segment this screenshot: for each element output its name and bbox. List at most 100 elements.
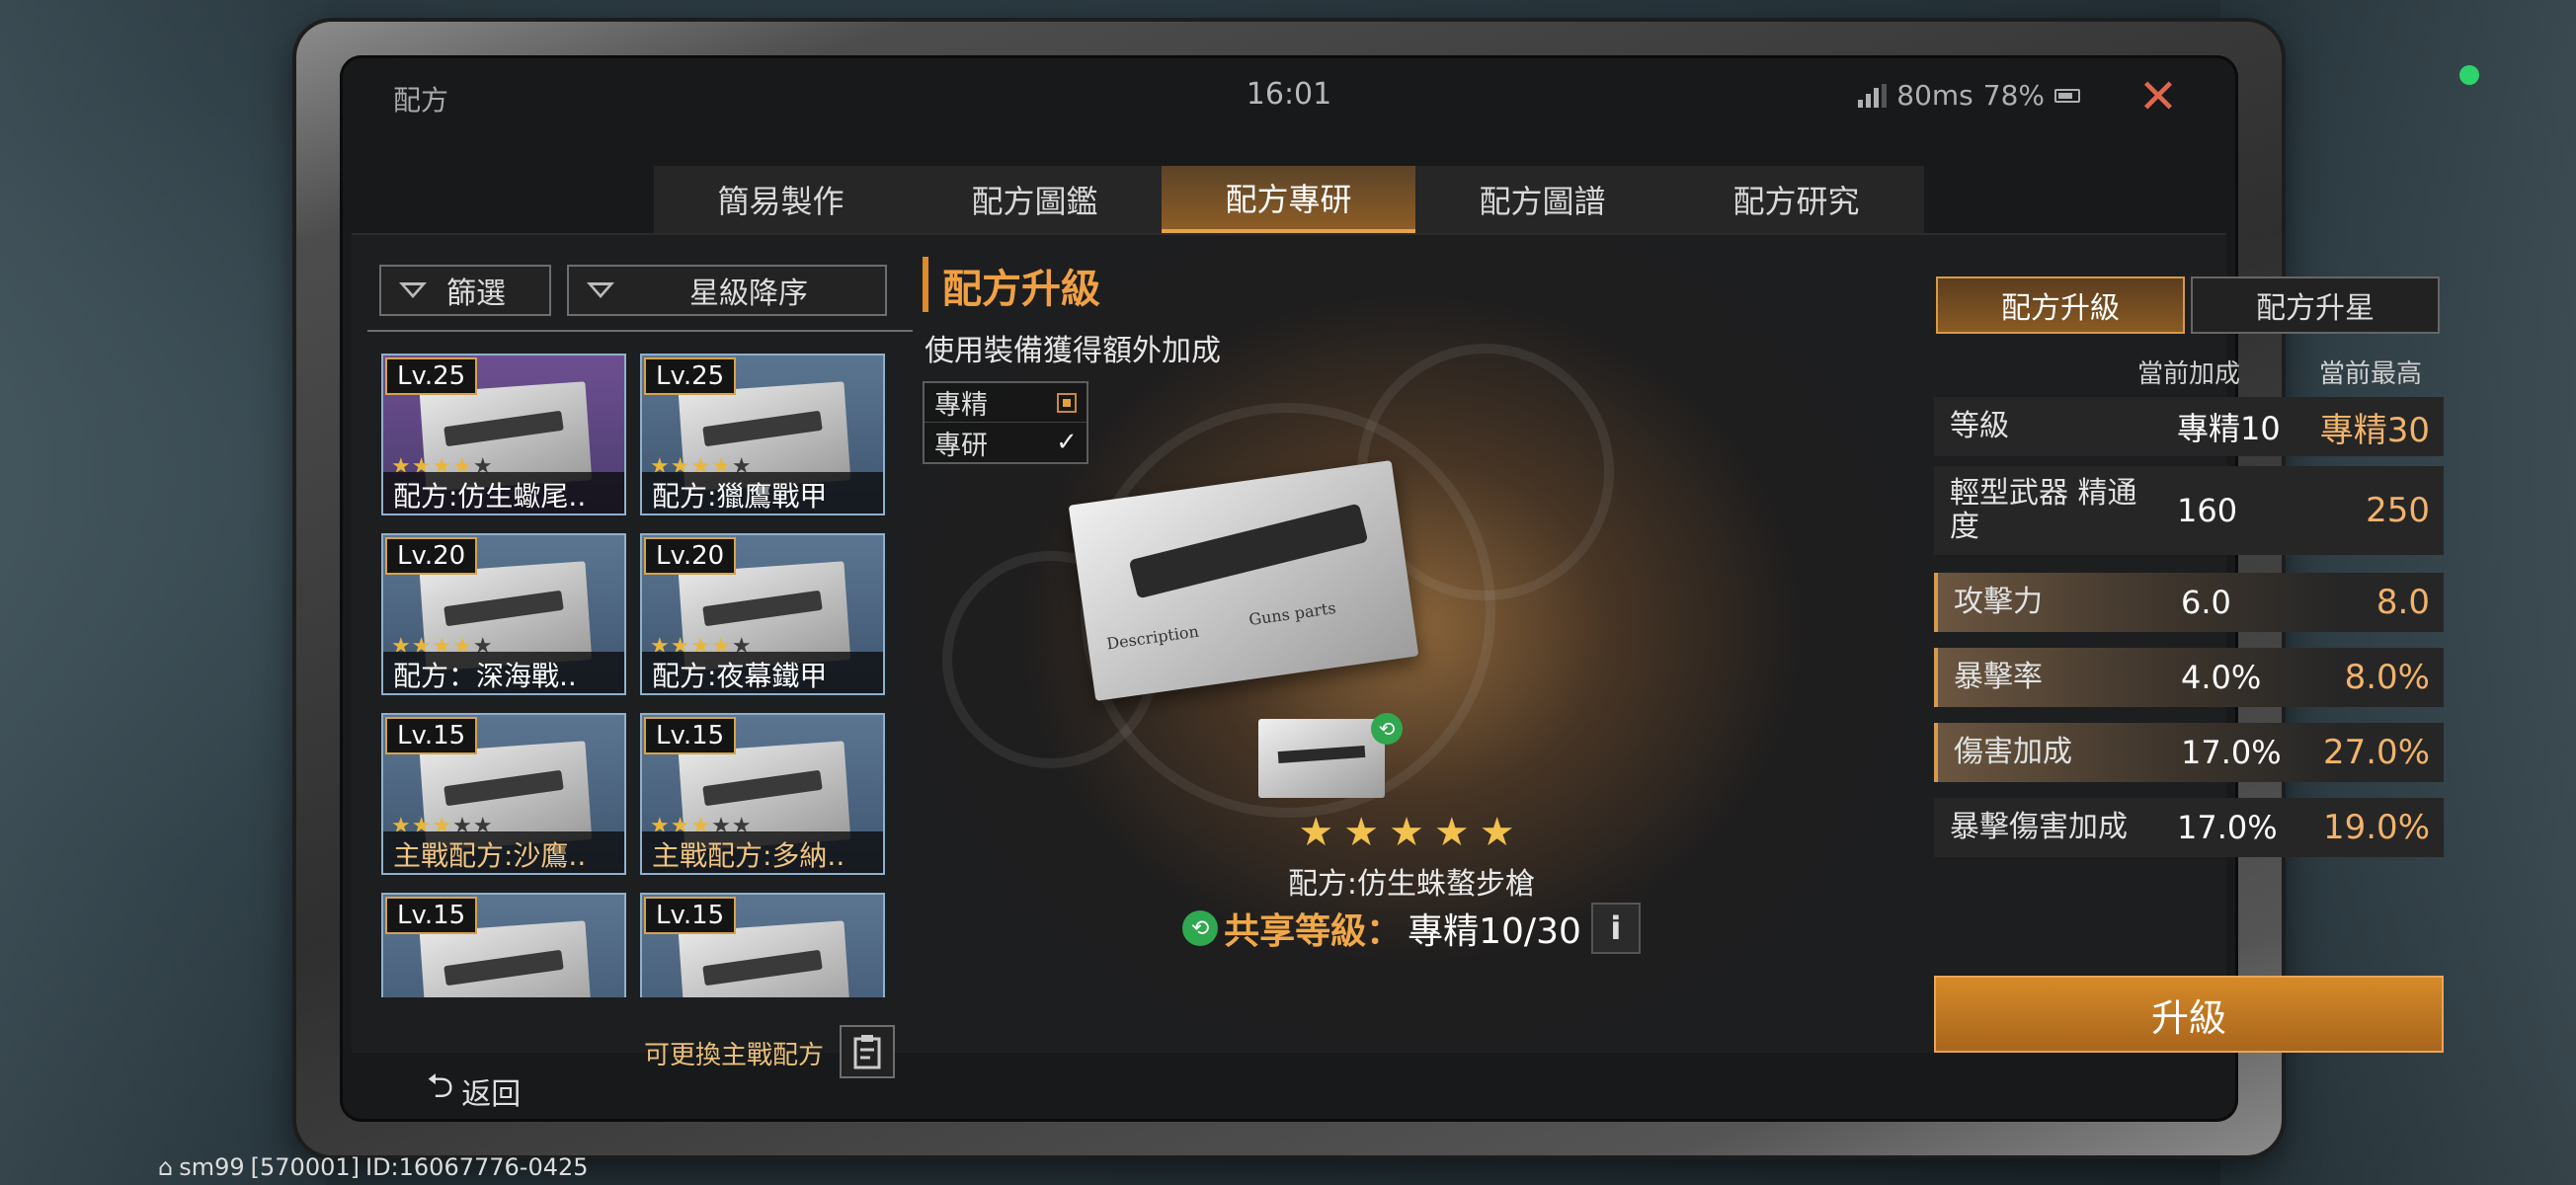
status-indicator-dot [2459, 65, 2479, 85]
background-left [0, 0, 326, 1185]
stat-label: 攻擊力 [1954, 585, 2043, 619]
stat-max: 8.0% [2344, 658, 2430, 697]
upgrade-tabs: 配方升級 配方升星 [1936, 276, 2440, 334]
item-name: 配方:仿生蛛螯步槍 [1287, 867, 1536, 902]
tab-recipe-codex[interactable]: 配方圖鑑 [908, 166, 1162, 233]
stat-row-level: 等級 專精10 專精30 [1934, 397, 2444, 456]
stat-current: 160 [2177, 492, 2238, 529]
radio-dot-icon [1057, 392, 1077, 413]
stat-row-crit-damage: 暴擊傷害加成 17.0% 19.0% [1934, 798, 2444, 857]
recipe-name: 配方:仿生蠍尾.. [383, 472, 624, 514]
share-icon: ⟲ [1371, 713, 1403, 745]
swap-primary-button[interactable] [840, 1025, 895, 1078]
swap-primary-label: 可更換主戰配方 [644, 1041, 825, 1070]
stat-current: 17.0% [2177, 809, 2278, 846]
tab-recipe-research[interactable]: 配方研究 [1669, 166, 1923, 233]
stat-current: 6.0 [2181, 584, 2231, 621]
stat-max: 27.0% [2322, 733, 2430, 772]
stat-row-damage-bonus: 傷害加成 17.0% 27.0% [1934, 723, 2444, 782]
ping-value: 80ms [1896, 79, 1973, 112]
recipe-card[interactable]: Lv.15 ★★★★★ 主戰配方:沙鷹.. [381, 713, 626, 875]
recipe-card[interactable]: Lv.20 ★★★★★ 配方：深海戰.. [381, 533, 626, 695]
recipe-card[interactable]: Lv.15 [381, 893, 626, 997]
recipe-name: 配方：深海戰.. [383, 652, 624, 693]
recipe-name: 配方:夜幕鐵甲 [642, 652, 883, 693]
filter-dropdown[interactable]: 篩選 [379, 265, 551, 316]
back-label: 返回 [461, 1076, 522, 1112]
content-area: 篩選 星級降序 Lv.25 ★★★★★ 配方:仿生蠍尾.. Lv.25 ★★★★… [352, 233, 2444, 1078]
stat-row-light-weapon-mastery: 輕型武器 精通度 160 250 [1934, 466, 2444, 555]
player-id: ID:16067776-0425 [365, 1153, 589, 1181]
recipe-name: 主戰配方:沙鷹.. [383, 831, 624, 873]
filter-row: 篩選 星級降序 [379, 265, 887, 316]
recipe-name: 配方:獵鷹戰甲 [642, 472, 883, 514]
back-button[interactable]: ⮌ 返回 [427, 1063, 521, 1119]
close-icon[interactable]: ✕ [2133, 73, 2183, 122]
player-name: sm99 [179, 1153, 245, 1181]
level-badge: Lv.20 [644, 537, 737, 575]
main-tabs: 簡易製作 配方圖鑑 配方專研 配方圖譜 配方研究 [654, 166, 1924, 233]
network-status: 80ms 78% [1858, 79, 2080, 112]
stat-max: 19.0% [2322, 808, 2430, 847]
mode-option-label: 專研 [934, 430, 988, 461]
tab-recipe-star-up[interactable]: 配方升星 [2191, 276, 2440, 334]
level-badge: Lv.25 [385, 357, 478, 395]
return-arrow-icon: ⮌ [427, 1066, 454, 1106]
share-level-value: 專精10/30 [1408, 911, 1581, 952]
battery-value: 78% [1982, 79, 2045, 112]
level-badge: Lv.20 [385, 537, 478, 575]
stat-label: 輕型武器 精通度 [1950, 476, 2137, 544]
recipe-card[interactable]: Lv.25 ★★★★★ 配方:獵鷹戰甲 [640, 354, 885, 515]
triangle-down-icon [587, 282, 614, 298]
info-button[interactable]: i [1590, 903, 1641, 954]
level-badge: Lv.15 [644, 717, 737, 754]
device-frame: 配方 16:01 80ms 78% ✕ 簡易製作 配方圖鑑 配方專研 配方圖譜 … [296, 22, 2444, 1155]
column-header-current: 當前加成 [2137, 359, 2241, 389]
signal-icon [1858, 83, 1888, 108]
stat-current: 4.0% [2181, 659, 2262, 696]
recipe-grid[interactable]: Lv.25 ★★★★★ 配方:仿生蠍尾.. Lv.25 ★★★★★ 配方:獵鷹戰… [381, 354, 895, 997]
level-badge: Lv.15 [644, 897, 737, 934]
filter-label: 篩選 [446, 276, 506, 311]
share-icon: ⟲ [1182, 910, 1219, 946]
recipe-card[interactable]: Lv.25 ★★★★★ 配方:仿生蠍尾.. [381, 354, 626, 515]
battery-icon [2054, 88, 2080, 103]
mode-checklist: 專精 專研 ✓ [923, 381, 1088, 464]
tab-recipe-atlas[interactable]: 配方圖譜 [1415, 166, 1669, 233]
section-accent-bar [923, 257, 928, 312]
share-level-row: ⟲ 共享等級： 專精10/30 i [913, 903, 1910, 954]
star-rating: ★★★★★ [1298, 810, 1525, 855]
stat-label: 暴擊傷害加成 [1950, 810, 2128, 844]
stat-max: 8.0 [2375, 583, 2430, 622]
stats-panel: 配方升級 配方升星 當前加成 當前最高 等級 專精10 專精30 輕型武器 精通… [1924, 235, 2444, 1055]
stat-max: 專精30 [2319, 410, 2430, 450]
upgrade-button[interactable]: 升級 [1934, 976, 2444, 1053]
triangle-down-icon [399, 282, 427, 298]
stat-row-attack: 攻擊力 6.0 8.0 [1934, 573, 2444, 632]
top-status-bar: 配方 16:01 80ms 78% ✕ [340, 55, 2238, 132]
tab-recipe-study[interactable]: 配方專研 [1162, 166, 1415, 233]
stat-row-crit-rate: 暴擊率 4.0% 8.0% [1934, 648, 2444, 707]
divider [367, 330, 913, 332]
share-level-label: 共享等級： [1224, 911, 1403, 952]
clipboard-icon [853, 1035, 881, 1069]
stat-label: 暴擊率 [1954, 660, 2043, 694]
level-badge: Lv.25 [644, 357, 737, 395]
recipe-card[interactable]: Lv.15 ★★★★★ 主戰配方:多納.. [640, 713, 885, 875]
stat-label: 等級 [1950, 409, 2009, 443]
mode-option-mastery[interactable]: 專精 [925, 383, 1087, 423]
level-badge: Lv.15 [385, 897, 478, 934]
tab-simple-craft[interactable]: 簡易製作 [654, 166, 908, 233]
tab-recipe-upgrade[interactable]: 配方升級 [1936, 276, 2185, 334]
player-id-footer: ⌂ sm99 [570001] ID:16067776-0425 [158, 1153, 589, 1181]
level-badge: Lv.15 [385, 717, 478, 754]
recipe-detail-panel: 配方升級 使用裝備獲得額外加成 專精 專研 ✓ Description Guns… [913, 235, 1910, 1055]
sort-dropdown[interactable]: 星級降序 [567, 265, 887, 316]
section-subtitle: 使用裝備獲得額外加成 [925, 334, 1221, 368]
recipe-card[interactable]: Lv.20 ★★★★★ 配方:夜幕鐵甲 [640, 533, 885, 695]
recipe-card[interactable]: Lv.15 [640, 893, 885, 997]
mode-option-research[interactable]: 專研 ✓ [925, 423, 1087, 462]
mode-option-label: 專精 [934, 390, 988, 421]
stat-current: 17.0% [2181, 734, 2282, 771]
recipe-name: 主戰配方:多納.. [642, 831, 883, 873]
